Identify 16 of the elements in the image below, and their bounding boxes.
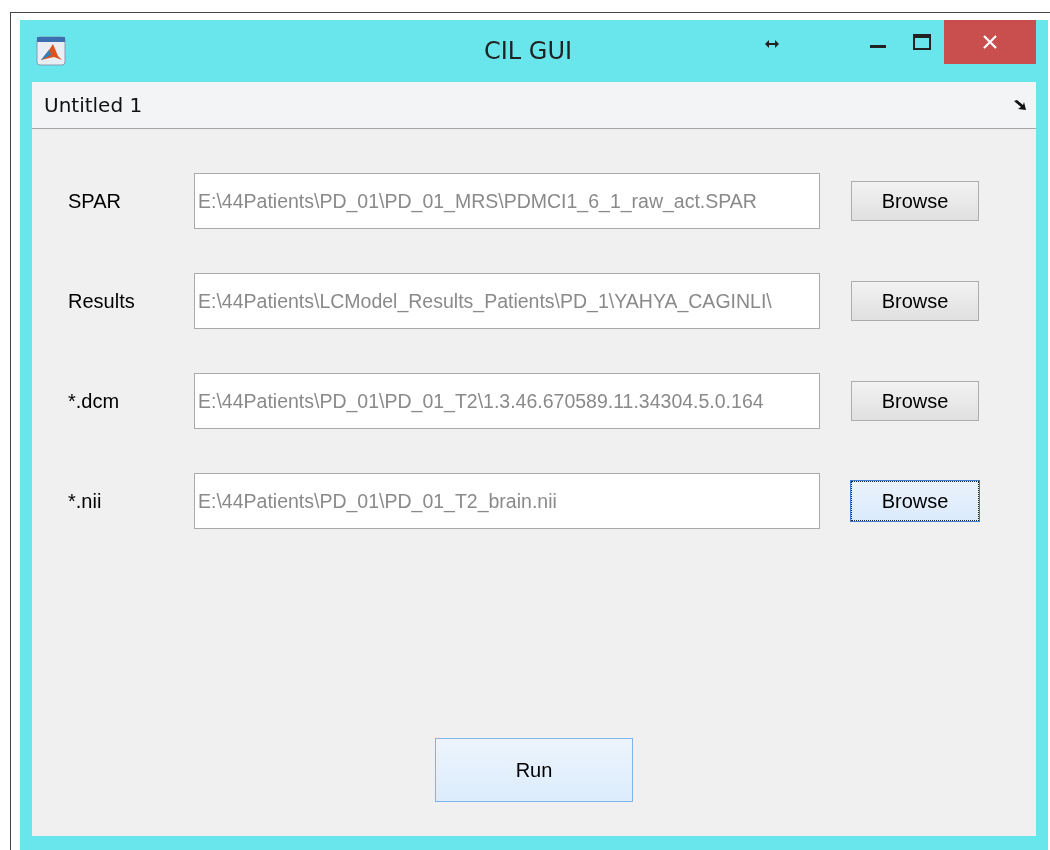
run-button[interactable]: Run (435, 738, 633, 802)
undock-arrow-icon[interactable] (1014, 100, 1026, 110)
window-title: CIL GUI (484, 37, 573, 65)
field-label: Results (68, 289, 136, 313)
path-field[interactable]: E:\44Patients\PD_01\PD_01_T2\1.3.46.670589.11.34304.5.0.164 (194, 373, 820, 429)
browse-button[interactable]: Browse (851, 181, 979, 221)
menu-label[interactable]: Untitled 1 (44, 93, 143, 117)
browse-button[interactable]: Browse (851, 381, 979, 421)
app-icon (36, 36, 66, 66)
browse-button[interactable]: Browse (851, 481, 979, 521)
browse-button[interactable]: Browse (851, 281, 979, 321)
resize-arrows-icon[interactable] (765, 40, 779, 48)
field-label: SPAR (68, 189, 122, 213)
maximize-icon[interactable] (912, 32, 932, 52)
field-label: *.nii (68, 489, 103, 513)
field-label: *.dcm (68, 389, 121, 413)
